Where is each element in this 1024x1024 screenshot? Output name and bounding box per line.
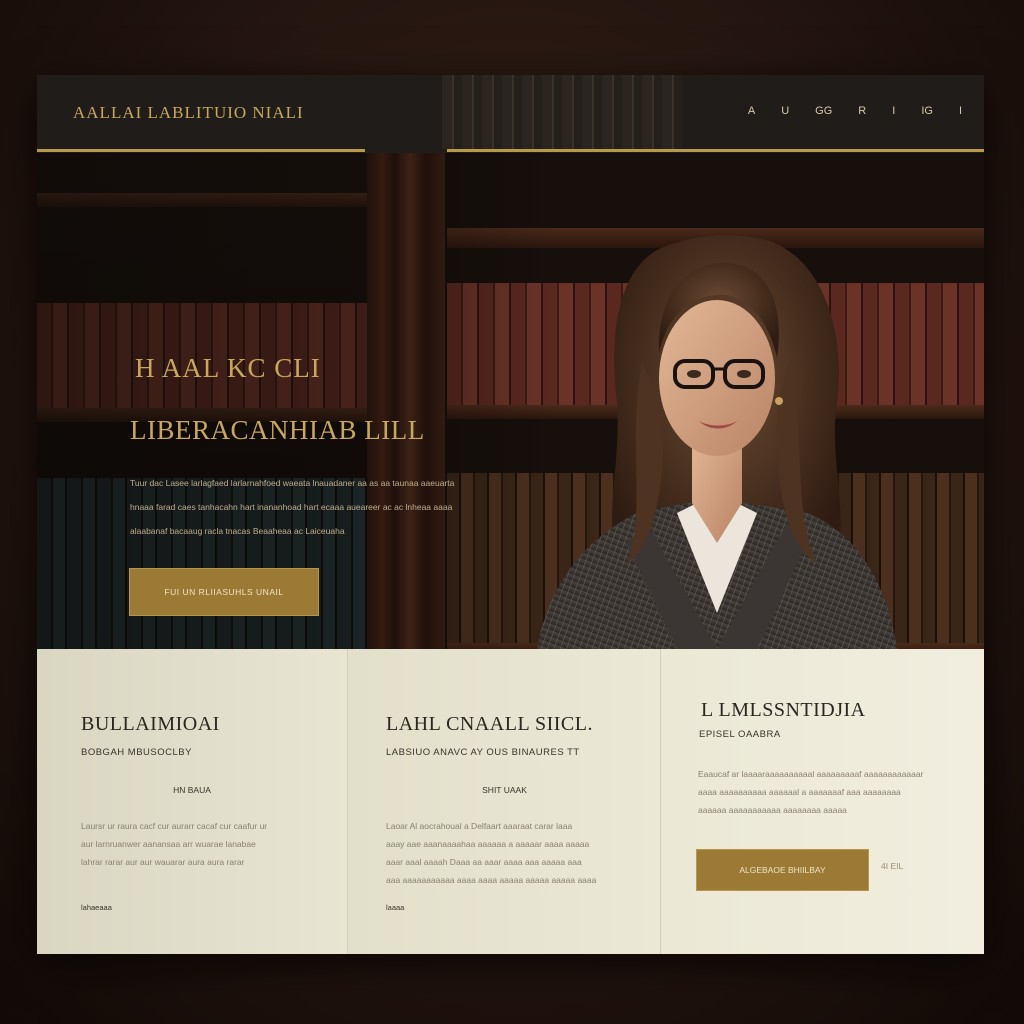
hero-body-line: Tuur dac Lasee larlagfaed larlarnahfoed … [130,478,455,488]
hero-body: Tuur dac Lasee larlagfaed larlarnahfoed … [130,471,510,543]
feature-body-line: aaaa aaaaaaaaaa aaaaaal a aaaaaaaf aaa a… [698,787,901,797]
feature-title: LAHL CNAALL SIICL. [386,713,593,735]
brand-logo-text[interactable]: AALLAI LABLITUIO NIALI [73,103,304,123]
site-header: AALLAI LABLITUIO NIALI A U GG R I IG I [37,75,984,153]
hero-body-line: hnaaa farad caes tanhacahn hart inananho… [130,502,453,512]
hero-title: LIBERACANHIAB LILL [130,415,425,445]
feature-link[interactable]: laaaa [386,903,404,912]
feature-link[interactable]: lahaeaaa [81,903,112,912]
feature-tag: HN BAUA [173,785,211,795]
nav-item[interactable]: A [748,105,755,117]
header-gold-rule-right [447,149,984,152]
feature-cta-button[interactable]: ALGEBAOE BHIILBAY [696,849,869,891]
feature-body-line: Laoar Al aocrahoual a Delfaart aaaraat c… [386,821,573,831]
feature-body-line: Eaaucaf ar laaaaraaaaaaaaaal aaaaaaaaaf … [698,769,924,779]
feature-subtitle: BOBGAH MBUSOCLBY [81,747,192,758]
nav-item[interactable]: I [959,105,962,117]
feature-card: L LMLSSNTIDJIA EPISEL OAABRA Eaaucaf ar … [660,649,984,954]
nav-item[interactable]: GG [815,105,832,117]
feature-body: Laursr ur raura cacf cur aurarr cacaf cu… [81,817,267,871]
nav-item[interactable]: I [892,105,895,117]
nav-item[interactable]: IG [921,105,933,117]
feature-extra-link[interactable]: 4I EIL [881,861,903,871]
main-nav: A U GG R I IG I [748,105,962,117]
hero-kicker: H AAL KC CLI [135,353,321,383]
hero-body-line: alaabanaf bacaaug racla tnacas Beaaheaa … [130,526,345,536]
feature-card: BULLAIMIOAI BOBGAH MBUSOCLBY HN BAUA Lau… [37,649,347,954]
feature-body-line: aaaaaa aaaaaaaaaaa aaaaaaaa aaaaa [698,805,847,815]
hero-section: H AAL KC CLI LIBERACANHIAB LILL Tuur dac… [37,153,984,649]
header-bookshelf-image [442,75,682,149]
feature-card: LAHL CNAALL SIICL. LABSIUO ANAVC AY OUS … [347,649,661,954]
feature-body: Eaaucaf ar laaaaraaaaaaaaaal aaaaaaaaaf … [698,765,923,819]
features-section: BULLAIMIOAI BOBGAH MBUSOCLBY HN BAUA Lau… [37,649,984,954]
feature-title: BULLAIMIOAI [81,713,220,735]
feature-tag: SHIT UAAK [482,785,527,795]
website-mockup: AALLAI LABLITUIO NIALI A U GG R I IG I H… [37,75,984,954]
feature-body: Laoar Al aocrahoual a Delfaart aaaraat c… [386,817,596,889]
feature-body-line: aaar aaal aaaah Daaa aa aaar aaaa aaa aa… [386,857,582,867]
feature-body-line: aur larnruanwer aanansaa arr wuarae lana… [81,839,256,849]
lawyer-portrait-image [537,235,897,649]
nav-item[interactable]: U [781,105,789,117]
feature-title: L LMLSSNTIDJIA [701,699,866,721]
hero-cta-button[interactable]: FUI UN RLIIASUHLS UNAIL [129,568,319,616]
feature-body-line: aaay aae aaanaaaahaa aaaaaa a aaaaar aaa… [386,839,590,849]
nav-item[interactable]: R [858,105,866,117]
feature-subtitle: LABSIUO ANAVC AY OUS BINAURES TT [386,747,580,758]
feature-body-line: aaa aaaaaaaaaaa aaaa aaaa aaaaa aaaaa aa… [386,875,597,885]
feature-body-line: lahrar rarar aur aur wauarar aura aura r… [81,857,245,867]
feature-body-line: Laursr ur raura cacf cur aurarr cacaf cu… [81,821,268,831]
feature-subtitle: EPISEL OAABRA [699,729,781,740]
header-gold-rule-left [37,149,365,152]
